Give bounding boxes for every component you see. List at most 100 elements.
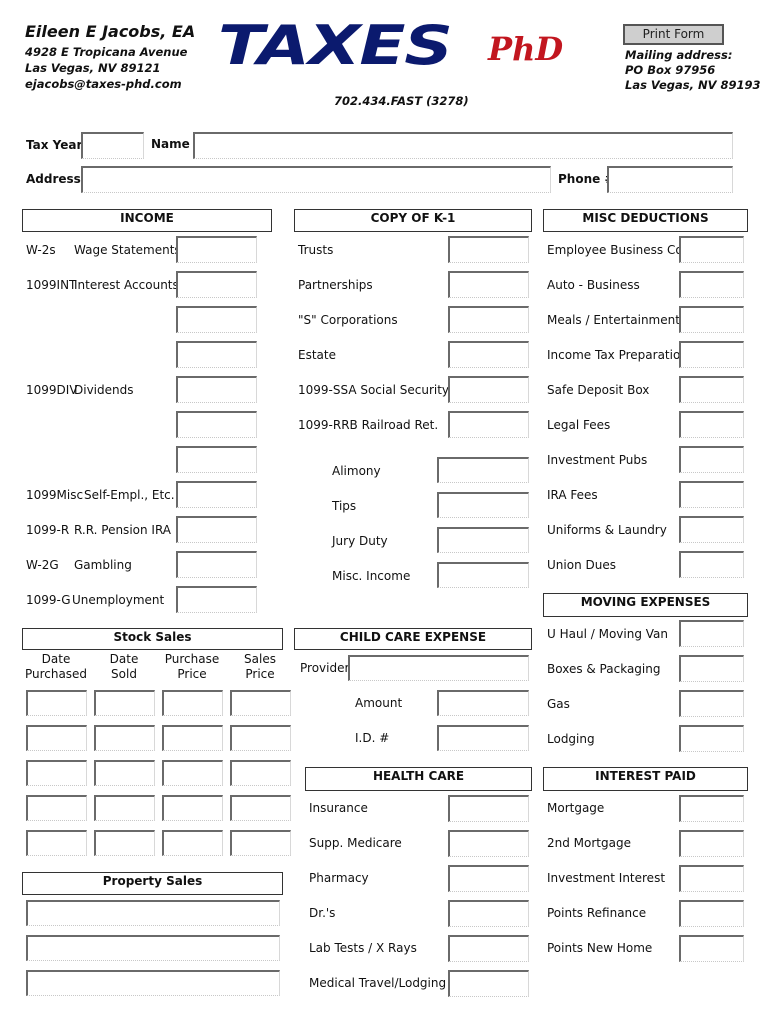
misc-deduction-input[interactable] [679,411,744,438]
stock-sale-cell-input[interactable] [230,760,291,786]
income-label: Gambling [74,558,132,572]
name-label: Name [151,137,190,151]
income-amount-input[interactable] [176,516,257,543]
moving-expense-input[interactable] [679,725,744,752]
moving-expense-label: Lodging [547,732,595,746]
k1-amount-input[interactable] [448,376,529,403]
stock-sale-cell-input[interactable] [26,690,87,716]
moving-expense-input[interactable] [679,620,744,647]
moving-expense-input[interactable] [679,690,744,717]
income-amount-input[interactable] [176,271,257,298]
id-number-input[interactable] [437,725,529,751]
k1-amount-input[interactable] [448,341,529,368]
stock-column-header: Sales Price [226,652,294,682]
misc-deduction-input[interactable] [679,341,744,368]
provider-label: Provider [300,661,350,675]
stock-sale-cell-input[interactable] [162,725,223,751]
tax-year-input[interactable] [81,132,144,159]
income-amount-input[interactable] [176,586,257,613]
health-care-input[interactable] [448,970,529,997]
provider-input[interactable] [348,655,529,681]
health-care-input[interactable] [448,900,529,927]
health-care-input[interactable] [448,830,529,857]
misc-deduction-input[interactable] [679,516,744,543]
misc-deduction-input[interactable] [679,306,744,333]
stock-sale-cell-input[interactable] [230,690,291,716]
column-header-line1: Purchase [164,652,220,666]
print-form-button[interactable]: Print Form [623,24,724,45]
interest-paid-input[interactable] [679,830,744,857]
misc-deduction-input[interactable] [679,236,744,263]
stock-sale-cell-input[interactable] [162,690,223,716]
other-income-input[interactable] [437,527,529,553]
stock-sale-cell-input[interactable] [94,690,155,716]
misc-deduction-input[interactable] [679,271,744,298]
stock-sale-cell-input[interactable] [26,830,87,856]
amount-input[interactable] [437,690,529,716]
misc-deduction-label: Legal Fees [547,418,611,432]
stock-sale-cell-input[interactable] [26,725,87,751]
k1-amount-input[interactable] [448,411,529,438]
income-amount-input[interactable] [176,306,257,333]
k1-amount-input[interactable] [448,236,529,263]
income-amount-input[interactable] [176,411,257,438]
interest-paid-label: Points New Home [547,941,653,955]
income-amount-input[interactable] [176,341,257,368]
misc-deduction-label: IRA Fees [547,488,598,502]
interest-paid-input[interactable] [679,795,744,822]
phone-input[interactable] [607,166,733,193]
misc-deduction-label: Meals / Entertainment [547,313,680,327]
property-sale-input[interactable] [26,935,280,961]
stock-sale-cell-input[interactable] [26,795,87,821]
other-income-label: Misc. Income [332,569,411,583]
income-amount-input[interactable] [176,376,257,403]
stock-column-header: Date Sold [90,652,158,682]
misc-deduction-label: Union Dues [547,558,616,572]
misc-deduction-input[interactable] [679,446,744,473]
stock-sale-cell-input[interactable] [94,725,155,751]
interest-paid-section-header: INTEREST PAID [543,767,748,791]
stock-sale-cell-input[interactable] [94,760,155,786]
stock-sale-cell-input[interactable] [162,795,223,821]
health-care-input[interactable] [448,865,529,892]
misc-deduction-input[interactable] [679,551,744,578]
health-care-input[interactable] [448,935,529,962]
income-amount-input[interactable] [176,446,257,473]
other-income-input[interactable] [437,492,529,518]
k1-amount-input[interactable] [448,306,529,333]
k1-label: Estate [298,348,336,362]
health-care-input[interactable] [448,795,529,822]
stock-sale-cell-input[interactable] [230,795,291,821]
moving-expenses-section-header: MOVING EXPENSES [543,593,748,617]
income-label: Dividends [74,383,134,397]
misc-deduction-input[interactable] [679,376,744,403]
stock-sale-cell-input[interactable] [94,830,155,856]
property-sale-input[interactable] [26,900,280,926]
column-header-line1: Date [41,652,71,666]
moving-expense-input[interactable] [679,655,744,682]
k1-label: 1099-SSA Social Security [298,383,450,397]
stock-sale-cell-input[interactable] [94,795,155,821]
other-income-label: Alimony [332,464,381,478]
interest-paid-input[interactable] [679,935,744,962]
stock-sale-cell-input[interactable] [230,830,291,856]
name-input[interactable] [193,132,733,159]
mailing-address-line1: PO Box 97956 [625,63,716,77]
column-header-line1: Sales [244,652,276,666]
interest-paid-label: Points Refinance [547,906,647,920]
other-income-input[interactable] [437,562,529,588]
stock-sale-cell-input[interactable] [230,725,291,751]
stock-sale-cell-input[interactable] [162,830,223,856]
misc-deduction-input[interactable] [679,481,744,508]
address-input[interactable] [81,166,551,193]
k1-amount-input[interactable] [448,271,529,298]
income-amount-input[interactable] [176,481,257,508]
income-amount-input[interactable] [176,551,257,578]
income-amount-input[interactable] [176,236,257,263]
property-sale-input[interactable] [26,970,280,996]
other-income-input[interactable] [437,457,529,483]
interest-paid-input[interactable] [679,900,744,927]
stock-sale-cell-input[interactable] [26,760,87,786]
stock-sale-cell-input[interactable] [162,760,223,786]
interest-paid-input[interactable] [679,865,744,892]
